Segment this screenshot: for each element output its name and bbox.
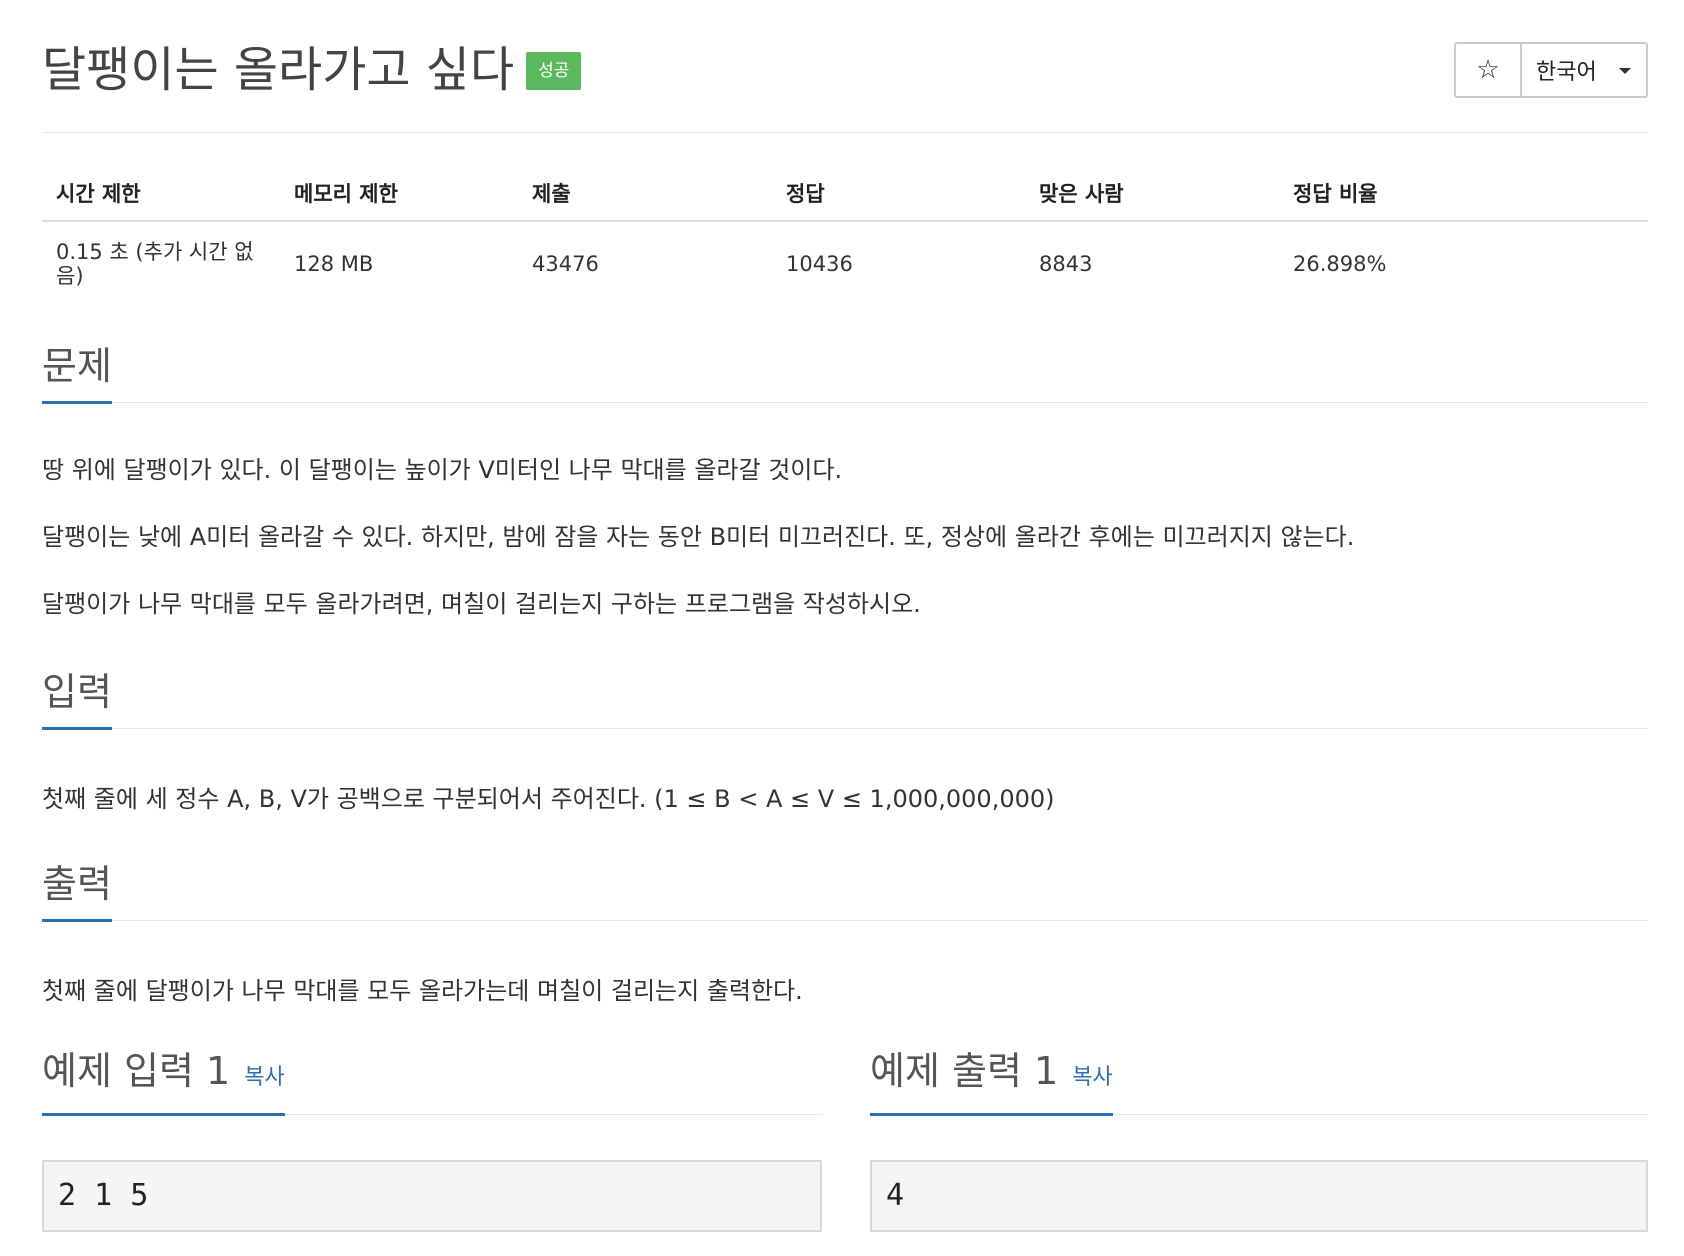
value-solved-users: 8843 xyxy=(1039,252,1093,276)
problem-header: 달팽이는 올라가고 싶다 성공 ☆ 한국어 xyxy=(42,0,1648,133)
output-title: 출력 xyxy=(42,861,112,922)
header-memory-limit: 메모리 제한 xyxy=(280,164,518,222)
sample-output-box[interactable]: 4 xyxy=(870,1160,1648,1232)
sample-input-title: 예제 입력 1 xyxy=(42,1049,231,1093)
header-time-limit: 시간 제한 xyxy=(42,164,280,222)
sample-input-header: 예제 입력 1 복사 xyxy=(42,1036,822,1116)
header-submissions: 제출 xyxy=(518,164,772,222)
info-value-row: 0.15 초 (추가 시간 없음) 128 MB 43476 10436 884… xyxy=(42,221,1648,302)
star-icon: ☆ xyxy=(1476,55,1500,85)
description-paragraph-1: 땅 위에 달팽이가 있다. 이 달팽이는 높이가 V미터인 나무 막대를 올라갈… xyxy=(42,456,843,484)
header-accepted: 정답 xyxy=(772,164,1025,222)
problem-page: 달팽이는 올라가고 싶다 성공 ☆ 한국어 시간 제한 메모리 제한 제출 정답 … xyxy=(42,0,1648,1232)
sample-output-title: 예제 출력 1 xyxy=(870,1049,1059,1093)
sample-input-box[interactable]: 2 1 5 xyxy=(42,1160,822,1232)
sample-output-title-wrap: 예제 출력 1 복사 xyxy=(870,1048,1113,1116)
header-solved-users: 맞은 사람 xyxy=(1025,164,1279,222)
problem-info-table: 시간 제한 메모리 제한 제출 정답 맞은 사람 정답 비율 0.15 초 (추… xyxy=(42,164,1648,302)
language-dropdown[interactable]: 한국어 xyxy=(1522,44,1646,96)
output-description: 첫째 줄에 달팽이가 나무 막대를 모두 올라가는데 며칠이 걸리는지 출력한다… xyxy=(42,977,803,1005)
value-accepted: 10436 xyxy=(786,252,853,276)
favorite-button[interactable]: ☆ xyxy=(1456,44,1522,96)
language-label: 한국어 xyxy=(1536,60,1597,85)
input-title: 입력 xyxy=(42,669,112,730)
output-section-header: 출력 xyxy=(42,844,1648,922)
sample-input-title-wrap: 예제 입력 1 복사 xyxy=(42,1048,285,1116)
description-title: 문제 xyxy=(42,343,112,404)
input-description: 첫째 줄에 세 정수 A, B, V가 공백으로 구분되어서 주어진다. (1 … xyxy=(42,785,1055,813)
sample-output-header: 예제 출력 1 복사 xyxy=(870,1036,1648,1116)
problem-title: 달팽이는 올라가고 싶다 xyxy=(42,42,515,98)
status-badge: 성공 xyxy=(526,52,582,90)
page-title: 달팽이는 올라가고 싶다 성공 xyxy=(42,38,582,102)
info-header-row: 시간 제한 메모리 제한 제출 정답 맞은 사람 정답 비율 xyxy=(42,164,1648,222)
copy-sample-output-link[interactable]: 복사 xyxy=(1072,1065,1112,1090)
description-paragraph-3: 달팽이가 나무 막대를 모두 올라가려면, 며칠이 걸리는지 구하는 프로그램을… xyxy=(42,590,921,618)
caret-down-icon xyxy=(1618,68,1631,74)
value-time-limit: 0.15 초 (추가 시간 없음) xyxy=(56,240,254,288)
input-section-header: 입력 xyxy=(42,652,1648,730)
value-memory-limit: 128 MB xyxy=(294,252,374,276)
value-accept-ratio: 26.898% xyxy=(1293,252,1387,276)
description-section-header: 문제 xyxy=(42,326,1648,404)
header-button-group: ☆ 한국어 xyxy=(1454,42,1648,98)
value-submissions: 43476 xyxy=(532,252,599,276)
header-accept-ratio: 정답 비율 xyxy=(1279,164,1648,222)
copy-sample-input-link[interactable]: 복사 xyxy=(244,1065,284,1090)
description-paragraph-2: 달팽이는 낮에 A미터 올라갈 수 있다. 하지만, 밤에 잠을 자는 동안 B… xyxy=(42,523,1355,551)
